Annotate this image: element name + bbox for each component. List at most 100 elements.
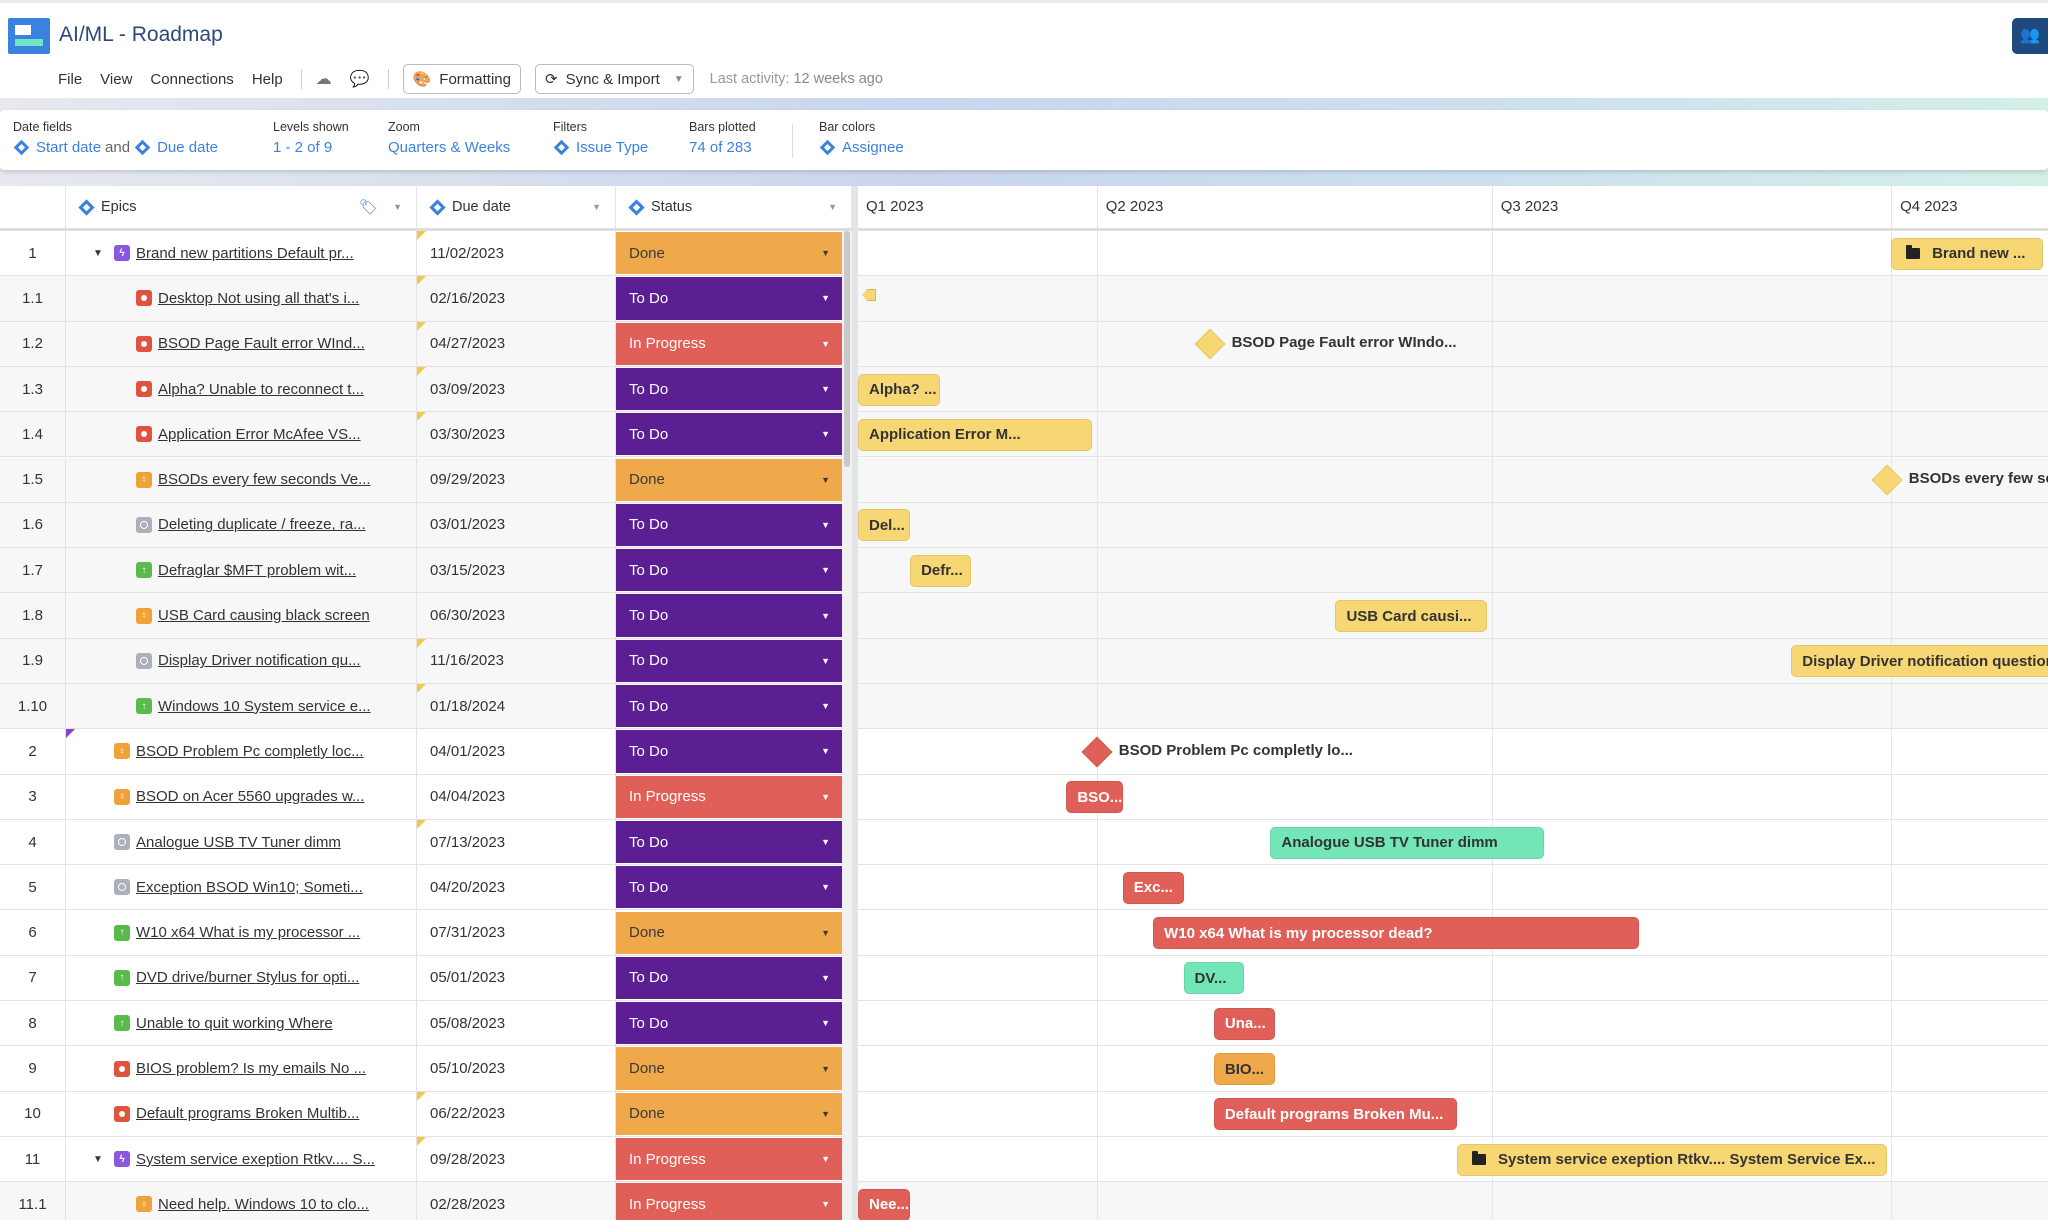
status-dropdown[interactable]: To Do ▼ (616, 956, 842, 1000)
status-column-header[interactable]: Status ▼ (616, 186, 852, 228)
due-date-cell[interactable]: 06/30/2023 (417, 593, 616, 638)
status-dropdown[interactable]: Done ▼ (616, 1092, 842, 1135)
due-date-cell[interactable]: 09/29/2023 (417, 457, 616, 502)
gantt-bar[interactable]: BIO... (1213, 1053, 1275, 1086)
epic-cell[interactable]: Default programs Broken Multib... (66, 1091, 417, 1136)
collapse-toggle-icon[interactable]: ▼ (93, 1154, 103, 1165)
status-cell[interactable]: To Do ▼ (616, 1001, 842, 1045)
scrollbar-thumb[interactable] (844, 231, 850, 467)
status-cell[interactable]: Done ▼ (616, 458, 842, 502)
epic-link[interactable]: Need help. Windows 10 to clo... (158, 1196, 393, 1213)
status-dropdown[interactable]: Done ▼ (616, 911, 842, 954)
due-date-cell[interactable]: 01/18/2024 (417, 684, 616, 729)
sync-import-button[interactable]: ⟳ Sync & Import ▼ (534, 64, 694, 94)
status-cell[interactable]: To Do ▼ (616, 276, 842, 320)
epic-cell[interactable]: ↑ Unable to quit working Where (66, 1001, 417, 1046)
gantt-bar[interactable]: Nee... (858, 1188, 911, 1220)
due-date-cell[interactable]: 02/16/2023 (417, 276, 616, 321)
status-dropdown[interactable]: In Progress ▼ (616, 1138, 842, 1181)
epic-link[interactable]: Application Error McAfee VS... (158, 426, 393, 443)
epic-cell[interactable]: BIOS problem? Is my emails No ... (66, 1046, 417, 1091)
epic-cell[interactable]: Alpha? Unable to reconnect t... (66, 366, 417, 412)
status-dropdown[interactable]: To Do ▼ (616, 866, 842, 909)
bars-plotted-value[interactable]: 74 of 283 (689, 139, 756, 156)
status-cell[interactable]: To Do ▼ (616, 412, 842, 456)
epic-link[interactable]: DVD drive/burner Stylus for opti... (136, 969, 393, 986)
epic-link[interactable]: Brand new partitions Default pr... (136, 245, 393, 262)
collaborators-button[interactable]: 👥 (2012, 18, 2048, 54)
status-dropdown[interactable]: To Do ▼ (616, 549, 842, 592)
epic-link[interactable]: Default programs Broken Multib... (136, 1105, 393, 1122)
due-date-cell[interactable]: 11/16/2023 (417, 638, 616, 683)
comments-icon[interactable]: 💬 (350, 69, 370, 89)
due-date-column-header[interactable]: Due date ▼ (417, 186, 616, 228)
gantt-bar[interactable]: W10 x64 What is my processor dead? (1153, 917, 1640, 950)
epic-cell[interactable]: Desktop Not using all that's i... (66, 276, 417, 321)
status-dropdown[interactable]: To Do ▼ (616, 503, 842, 547)
epic-cell[interactable]: ↑ Windows 10 System service e... (66, 684, 417, 729)
epic-link[interactable]: BSOD Page Fault error WInd... (158, 335, 393, 352)
menu-view[interactable]: View (100, 71, 132, 88)
status-cell[interactable]: To Do ▼ (616, 865, 842, 909)
chevron-down-icon[interactable]: ▼ (592, 202, 601, 212)
setting-filters[interactable]: Filters Issue Type (553, 120, 648, 156)
due-date-cell[interactable]: 03/15/2023 (417, 548, 616, 593)
gantt-bar[interactable]: Analogue USB TV Tuner dimm (1270, 826, 1544, 859)
epic-link[interactable]: Display Driver notification qu... (158, 652, 393, 669)
epic-link[interactable]: USB Card causing black screen (158, 607, 393, 624)
due-date-field[interactable]: Due date (157, 139, 218, 156)
epic-link[interactable]: Alpha? Unable to reconnect t... (158, 381, 393, 398)
due-date-cell[interactable]: 03/09/2023 (417, 366, 616, 412)
zoom-value[interactable]: Quarters & Weeks (388, 139, 510, 156)
epic-cell[interactable]: ♀ BSODs every few seconds Ve... (66, 457, 417, 502)
status-dropdown[interactable]: To Do ▼ (616, 367, 842, 411)
gantt-bar[interactable]: Application Error M... (858, 418, 1093, 451)
due-date-cell[interactable]: 02/28/2023 (417, 1182, 616, 1220)
gantt-bar[interactable]: Defr... (910, 554, 971, 587)
gantt-bar[interactable]: USB Card causi... (1335, 600, 1488, 633)
status-cell[interactable]: In Progress ▼ (616, 1137, 842, 1181)
due-date-cell[interactable]: 04/20/2023 (417, 865, 616, 910)
status-cell[interactable]: In Progress ▼ (616, 775, 842, 819)
filters-value[interactable]: Issue Type (576, 139, 648, 156)
status-cell[interactable]: To Do ▼ (616, 593, 842, 637)
status-dropdown[interactable]: To Do ▼ (616, 277, 842, 320)
menu-connections[interactable]: Connections (150, 71, 233, 88)
epic-cell[interactable]: BSOD Page Fault error WInd... (66, 321, 417, 366)
status-dropdown[interactable]: To Do ▼ (616, 1002, 842, 1045)
bar-colors-value[interactable]: Assignee (842, 139, 904, 156)
status-dropdown[interactable]: In Progress ▼ (616, 322, 842, 365)
status-cell[interactable]: In Progress ▼ (616, 1182, 842, 1220)
due-date-cell[interactable]: 07/13/2023 (417, 819, 616, 865)
status-cell[interactable]: To Do ▼ (616, 956, 842, 1000)
status-dropdown[interactable]: In Progress ▼ (616, 1183, 842, 1220)
epic-cell[interactable]: Deleting duplicate / freeze, ra... (66, 502, 417, 548)
tag-icon[interactable]: 🏷 (359, 198, 378, 216)
setting-date-fields[interactable]: Date fields Start date and Due date (13, 120, 218, 156)
formatting-button[interactable]: 🎨 Formatting (402, 64, 521, 94)
status-cell[interactable]: Done ▼ (616, 911, 842, 955)
gantt-bar[interactable]: Del... (858, 509, 911, 542)
epic-cell[interactable]: ▼ ϟ System service exeption Rtkv.... S... (66, 1137, 417, 1182)
epic-cell[interactable]: Exception BSOD Win10; Someti... (66, 865, 417, 910)
grid-scrollbar[interactable] (842, 231, 852, 1220)
epic-cell[interactable]: Display Driver notification qu... (66, 638, 417, 683)
status-dropdown[interactable]: In Progress ▼ (616, 775, 842, 818)
epic-cell[interactable]: ♀ BSOD Problem Pc completly loc... (66, 729, 417, 774)
epic-cell[interactable]: ↑ W10 x64 What is my processor ... (66, 910, 417, 955)
due-date-cell[interactable]: 04/04/2023 (417, 774, 616, 819)
epic-link[interactable]: W10 x64 What is my processor ... (136, 924, 393, 941)
due-date-cell[interactable]: 04/27/2023 (417, 321, 616, 366)
status-cell[interactable]: To Do ▼ (616, 503, 842, 547)
epic-link[interactable]: Desktop Not using all that's i... (158, 290, 393, 307)
epic-cell[interactable]: Application Error McAfee VS... (66, 412, 417, 457)
epic-link[interactable]: System service exeption Rtkv.... S... (136, 1151, 393, 1168)
epic-cell[interactable]: ▼ ϟ Brand new partitions Default pr... (66, 231, 417, 276)
epic-link[interactable]: Defraglar $MFT problem wit... (158, 562, 393, 579)
epic-link[interactable]: BSODs every few seconds Ve... (158, 471, 393, 488)
epic-cell[interactable]: Analogue USB TV Tuner dimm (66, 819, 417, 865)
epic-link[interactable]: BIOS problem? Is my emails No ... (136, 1060, 393, 1077)
setting-bar-colors[interactable]: Bar colors Assignee (819, 120, 904, 156)
epic-link[interactable]: Exception BSOD Win10; Someti... (136, 879, 393, 896)
setting-bars-plotted[interactable]: Bars plotted 74 of 283 (689, 120, 756, 156)
